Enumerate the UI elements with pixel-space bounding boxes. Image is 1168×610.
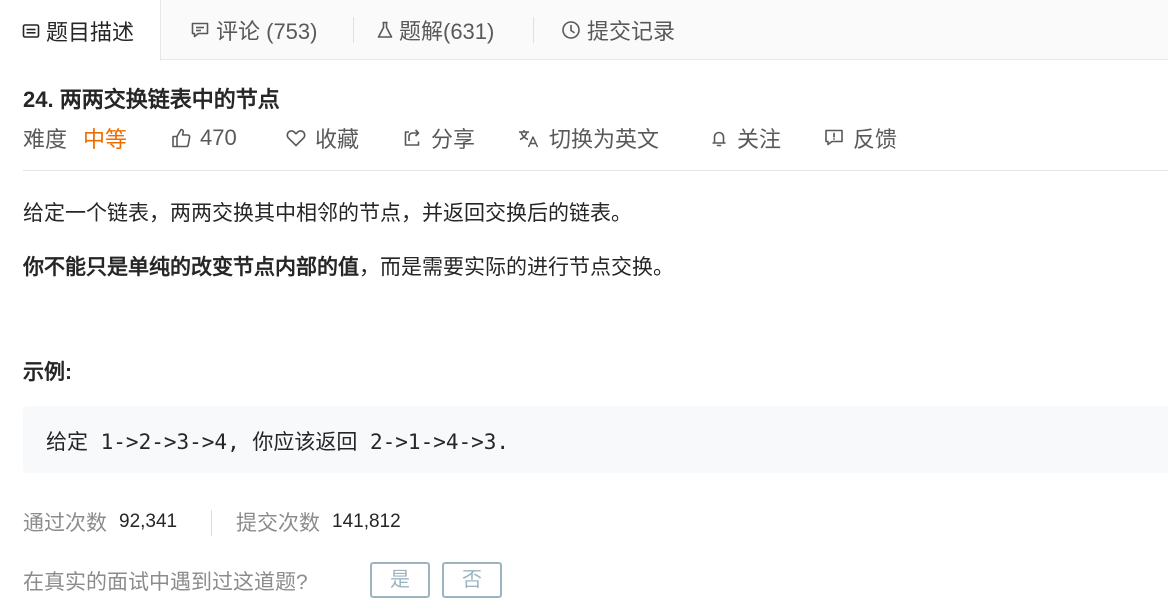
tab-divider xyxy=(533,17,534,43)
comment-icon xyxy=(190,20,210,40)
submitted-value: 141,812 xyxy=(332,511,401,532)
example-label: 示例: xyxy=(23,361,72,384)
like-button[interactable]: 470 xyxy=(170,122,237,154)
difficulty-label: 难度 xyxy=(23,127,68,152)
example-code: 给定 1->2->3->4, 你应该返回 2->1->4->3. xyxy=(46,430,510,454)
submitted-label: 提交次数 xyxy=(236,512,320,535)
feedback-button[interactable]: 反馈 xyxy=(823,122,897,154)
accepted-stat: 通过次数 92,341 xyxy=(23,506,177,538)
feedback-icon xyxy=(823,127,845,149)
tab-solutions-label: 题解(631) xyxy=(399,19,495,44)
interview-question: 在真实的面试中遇到过这道题? 是 否 xyxy=(23,562,623,598)
tab-description-label: 题目描述 xyxy=(46,19,135,45)
stats-divider xyxy=(211,510,212,536)
share-icon xyxy=(401,127,423,149)
tab-bar: 题目描述 评论 (753) 题解(631) 提交记录 xyxy=(0,0,1168,61)
tab-solutions[interactable]: 题解(631) xyxy=(375,0,494,60)
tab-submissions[interactable]: 提交记录 xyxy=(561,0,675,60)
like-count: 470 xyxy=(200,125,237,150)
share-label: 分享 xyxy=(431,127,476,152)
feedback-label: 反馈 xyxy=(853,127,898,152)
thumbs-up-icon xyxy=(170,127,192,149)
heart-icon xyxy=(285,127,307,149)
tab-description[interactable]: 题目描述 xyxy=(0,0,162,61)
example-code-block: 给定 1->2->3->4, 你应该返回 2->1->4->3. xyxy=(23,406,1168,473)
share-button[interactable]: 分享 xyxy=(401,122,475,154)
description-paragraph: 给定一个链表，两两交换其中相邻的节点，并返回交换后的链表。 xyxy=(23,202,632,225)
difficulty-value: 中等 xyxy=(83,127,128,152)
follow-button[interactable]: 关注 xyxy=(709,122,781,154)
yes-button[interactable]: 是 xyxy=(370,562,430,598)
bell-icon xyxy=(709,127,729,149)
no-button[interactable]: 否 xyxy=(442,562,502,598)
tab-submissions-label: 提交记录 xyxy=(587,19,676,44)
description-icon xyxy=(22,22,40,40)
switch-language-label: 切换为英文 xyxy=(549,127,660,152)
constraint-emphasis: 你不能只是单纯的改变节点内部的值 xyxy=(23,256,359,279)
favorite-button[interactable]: 收藏 xyxy=(285,122,359,154)
divider xyxy=(23,170,1168,171)
submitted-stat: 提交次数 141,812 xyxy=(236,506,401,538)
tab-comments[interactable]: 评论 (753) xyxy=(190,0,317,60)
favorite-label: 收藏 xyxy=(315,127,360,152)
constraint-rest: ，而是需要实际的进行节点交换。 xyxy=(359,256,674,279)
accepted-value: 92,341 xyxy=(119,511,178,532)
problem-meta-bar: 难度 中等 470 收藏 分享 切换为英文 关注 反馈 xyxy=(23,122,1163,154)
clock-icon xyxy=(561,20,581,40)
translate-icon xyxy=(517,127,541,149)
flask-icon xyxy=(375,20,395,40)
problem-title: 24. 两两交换链表中的节点 xyxy=(23,87,280,112)
tab-comments-label: 评论 (753) xyxy=(216,19,318,44)
tab-divider xyxy=(353,17,354,43)
difficulty: 难度 中等 xyxy=(23,122,127,154)
submission-stats: 通过次数 92,341 提交次数 141,812 xyxy=(23,506,623,538)
follow-label: 关注 xyxy=(737,127,782,152)
constraint-paragraph: 你不能只是单纯的改变节点内部的值，而是需要实际的进行节点交换。 xyxy=(23,251,674,281)
interview-question-text: 在真实的面试中遇到过这道题? xyxy=(23,571,308,594)
switch-language-button[interactable]: 切换为英文 xyxy=(517,122,659,154)
accepted-label: 通过次数 xyxy=(23,512,107,535)
